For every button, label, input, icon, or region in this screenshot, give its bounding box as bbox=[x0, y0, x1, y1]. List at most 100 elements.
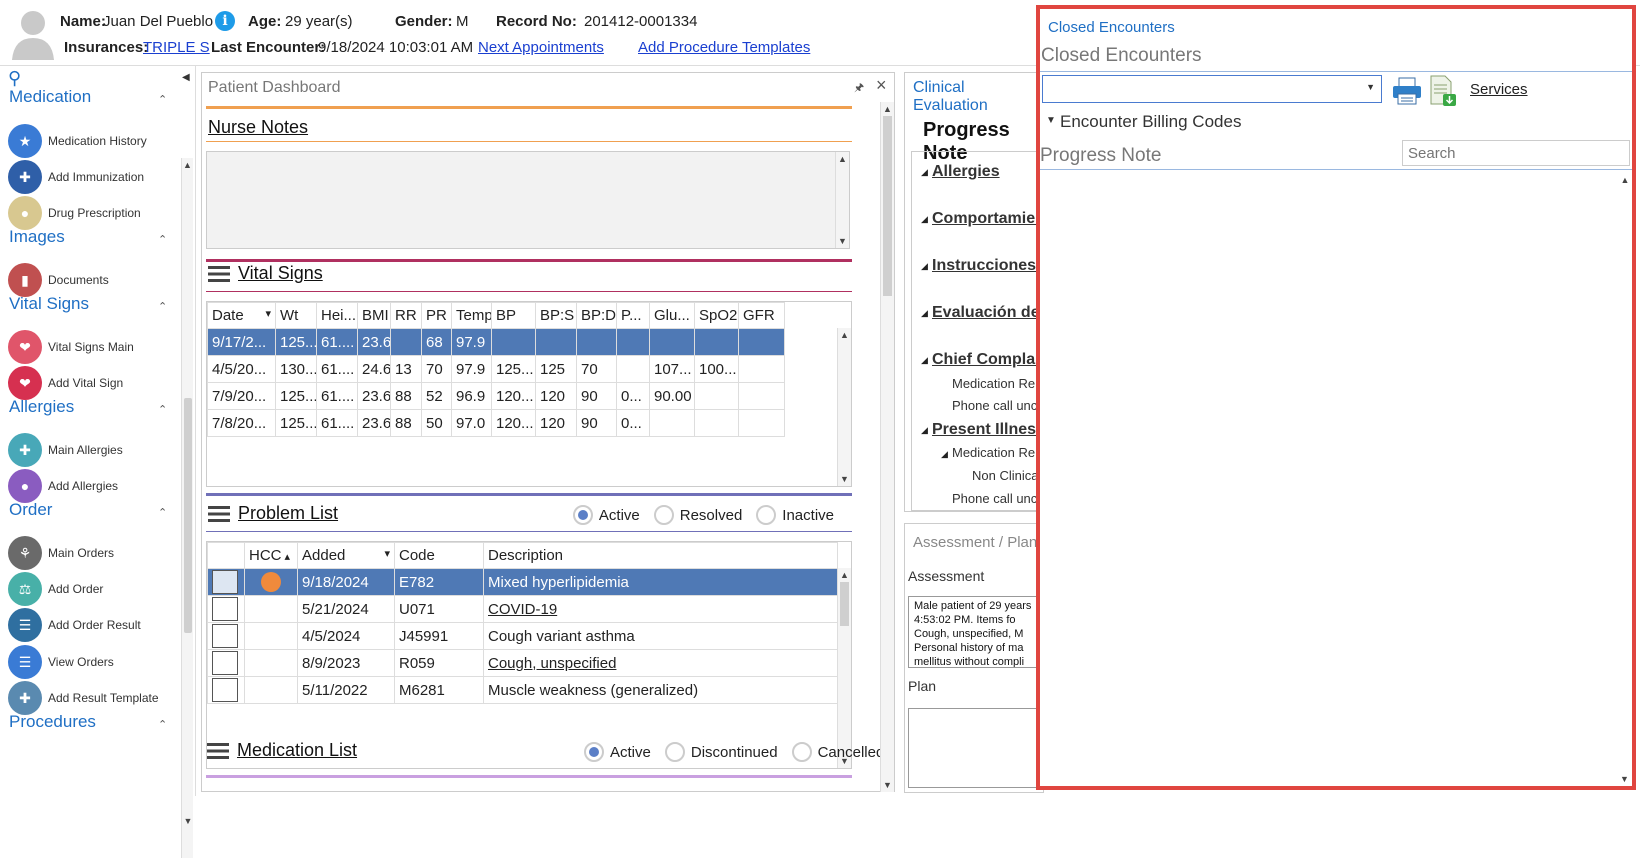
problem-column-header[interactable]: HCC ▴ bbox=[244, 542, 298, 569]
sidebar-item-add-order-result[interactable]: ☰ Add Order Result bbox=[8, 607, 168, 643]
vitals-column-header[interactable]: BP bbox=[491, 302, 536, 329]
sidebar-item-add-vital-sign[interactable]: ❤ Add Vital Sign bbox=[8, 365, 168, 401]
sort-dropdown-icon[interactable]: ▾ bbox=[384, 547, 390, 560]
problem-column-header[interactable]: Added ▾ bbox=[297, 542, 395, 569]
collapse-sidebar-icon[interactable]: ◀ bbox=[182, 72, 190, 83]
plan-textbox[interactable] bbox=[908, 708, 1043, 788]
sidebar-item-drug-prescription[interactable]: ● Drug Prescription bbox=[8, 195, 168, 231]
vitals-column-header[interactable]: Wt bbox=[275, 302, 317, 329]
filter-radio-resolved[interactable]: Resolved bbox=[653, 505, 742, 525]
row-checkbox[interactable] bbox=[212, 678, 238, 702]
tree-present-illness[interactable]: Present Illness bbox=[932, 421, 1043, 439]
sidebar-section-vital-signs[interactable]: Vital Signs bbox=[9, 294, 89, 314]
sidebar-section-images[interactable]: Images bbox=[9, 227, 65, 247]
tree-instrucciones[interactable]: Instrucciones bbox=[932, 257, 1036, 275]
tree-medication-refill[interactable]: Medication Re bbox=[952, 376, 1035, 391]
sidebar-item-vital-signs-main[interactable]: ❤ Vital Signs Main bbox=[8, 329, 168, 365]
sidebar-item-add-order[interactable]: ⚖ Add Order bbox=[8, 571, 168, 607]
tree-non-clinical[interactable]: Non Clinica bbox=[972, 468, 1038, 483]
menu-icon[interactable] bbox=[208, 506, 230, 523]
table-row[interactable]: 4/5/20... 130... 61.... 24.6 13 70 97.9 125... 1… bbox=[207, 355, 785, 383]
assessment-textbox[interactable]: Male patient of 29 years 4:53:02 PM. Ite… bbox=[908, 596, 1043, 668]
sidebar-section-procedures[interactable]: Procedures bbox=[9, 712, 96, 732]
radio-icon[interactable] bbox=[756, 505, 777, 525]
popup-scrollbar[interactable]: ▲ ▼ bbox=[1618, 173, 1632, 786]
collapse-chevron-icon[interactable]: ⌃ bbox=[158, 403, 167, 416]
sidebar-item-add-immunization[interactable]: ✚ Add Immunization bbox=[8, 159, 168, 195]
export-document-icon[interactable] bbox=[1428, 75, 1458, 107]
sidebar-section-order[interactable]: Order bbox=[9, 500, 52, 520]
tree-allergies[interactable]: Allergies bbox=[932, 163, 1000, 181]
printer-icon[interactable] bbox=[1392, 77, 1422, 105]
vitals-column-header[interactable]: Hei... bbox=[316, 302, 358, 329]
scroll-down-icon[interactable]: ▼ bbox=[182, 814, 194, 828]
filter-radio-inactive[interactable]: Inactive bbox=[756, 505, 834, 525]
collapse-chevron-icon[interactable]: ⌃ bbox=[158, 233, 167, 246]
tree-phone-call[interactable]: Phone call unc bbox=[952, 398, 1037, 413]
radio-icon[interactable] bbox=[572, 505, 593, 525]
sidebar-item-documents[interactable]: ▮ Documents bbox=[8, 262, 168, 298]
row-checkbox[interactable] bbox=[212, 651, 238, 675]
scroll-up-icon[interactable]: ▲ bbox=[182, 158, 193, 172]
sidebar-section-allergies[interactable]: Allergies bbox=[9, 397, 74, 417]
search-icon[interactable]: ⚲ bbox=[8, 68, 21, 89]
vitals-column-header[interactable]: BMI bbox=[357, 302, 391, 329]
vitals-column-header[interactable]: GFR bbox=[738, 302, 785, 329]
collapse-chevron-icon[interactable]: ⌃ bbox=[158, 718, 167, 731]
table-row[interactable]: 7/8/20... 125... 61.... 23.6 88 50 97.0 120... 1… bbox=[207, 409, 785, 437]
row-checkbox[interactable] bbox=[212, 597, 238, 621]
closed-encounters-tab[interactable]: Closed Encounters bbox=[1048, 19, 1175, 36]
sort-asc-icon[interactable]: ▴ bbox=[282, 551, 291, 563]
sidebar-section-medication[interactable]: Medication bbox=[9, 87, 91, 107]
next-appointments-link[interactable]: Next Appointments bbox=[478, 39, 604, 56]
vitals-column-header[interactable]: P... bbox=[616, 302, 650, 329]
chevron-down-icon[interactable]: ▼ bbox=[1366, 82, 1375, 92]
tree-evaluacion[interactable]: Evaluación de bbox=[932, 304, 1040, 322]
table-row[interactable]: 9/18/2024 E782 Mixed hyperlipidemia bbox=[207, 568, 838, 596]
sidebar-item-add-allergies[interactable]: ● Add Allergies bbox=[8, 468, 168, 504]
table-row[interactable]: 5/21/2024 U071 COVID-19 bbox=[207, 595, 838, 623]
table-row[interactable]: 5/11/2022 M6281 Muscle weakness (generaliz… bbox=[207, 676, 838, 704]
collapse-chevron-icon[interactable]: ⌃ bbox=[158, 93, 167, 106]
sort-dropdown-icon[interactable]: ▾ bbox=[265, 307, 271, 320]
pin-icon[interactable]: 🖈 bbox=[854, 79, 864, 98]
encounter-billing-codes-header[interactable]: Encounter Billing Codes bbox=[1060, 112, 1241, 132]
menu-icon[interactable] bbox=[208, 266, 230, 283]
expand-icon[interactable]: ▼ bbox=[1046, 115, 1056, 126]
vitals-column-header[interactable]: PR bbox=[421, 302, 452, 329]
vitals-column-header[interactable]: Temp bbox=[451, 302, 492, 329]
tree-phone-call-2[interactable]: Phone call unc bbox=[952, 491, 1037, 506]
row-checkbox[interactable] bbox=[212, 624, 238, 648]
collapse-chevron-icon[interactable]: ⌃ bbox=[158, 300, 167, 313]
filter-radio-cancelled[interactable]: Cancelled bbox=[791, 742, 884, 762]
encounter-select[interactable]: ▼ bbox=[1042, 75, 1382, 103]
sidebar-item-add-result-template[interactable]: ✚ Add Result Template bbox=[8, 680, 168, 716]
services-link[interactable]: Services bbox=[1470, 81, 1528, 98]
vitals-column-header[interactable]: BP:S bbox=[535, 302, 577, 329]
tree-chief-complaint[interactable]: Chief Complaint bbox=[932, 351, 1043, 369]
tree-comportamiento[interactable]: Comportamiento bbox=[932, 210, 1043, 228]
vitals-column-header[interactable]: SpO2 bbox=[694, 302, 739, 329]
problem-column-header[interactable]: Description bbox=[483, 542, 838, 569]
menu-icon[interactable] bbox=[207, 743, 229, 760]
info-icon[interactable]: i bbox=[215, 11, 235, 31]
clinical-evaluation-tab[interactable]: Clinical Evaluation bbox=[913, 79, 1043, 115]
close-icon[interactable]: × bbox=[876, 75, 887, 96]
filter-radio-active[interactable]: Active bbox=[572, 505, 640, 525]
radio-icon[interactable] bbox=[664, 742, 685, 762]
sidebar-item-main-orders[interactable]: ⚘ Main Orders bbox=[8, 535, 168, 571]
sidebar-scroll-thumb[interactable] bbox=[184, 398, 192, 633]
add-procedure-templates-link[interactable]: Add Procedure Templates bbox=[638, 39, 810, 56]
table-row[interactable]: 7/9/20... 125... 61.... 23.6 88 52 96.9 120... 1… bbox=[207, 382, 785, 410]
problem-column-header[interactable]: Code bbox=[394, 542, 484, 569]
vitals-column-header[interactable]: BP:D bbox=[576, 302, 617, 329]
table-row[interactable]: 8/9/2023 R059 Cough, unspecified bbox=[207, 649, 838, 677]
sidebar-item-medication-history[interactable]: ★ Medication History bbox=[8, 123, 168, 159]
filter-radio-active[interactable]: Active bbox=[584, 742, 651, 762]
table-cell[interactable]: COVID-19 bbox=[483, 595, 838, 623]
table-cell[interactable]: Cough, unspecified bbox=[483, 649, 838, 677]
insurance-link[interactable]: TRIPLE S bbox=[143, 39, 210, 56]
radio-icon[interactable] bbox=[791, 742, 812, 762]
collapse-chevron-icon[interactable]: ⌃ bbox=[158, 506, 167, 519]
table-row[interactable]: 9/17/2... 125... 61.... 23.6 68 97.9 bbox=[207, 328, 785, 356]
